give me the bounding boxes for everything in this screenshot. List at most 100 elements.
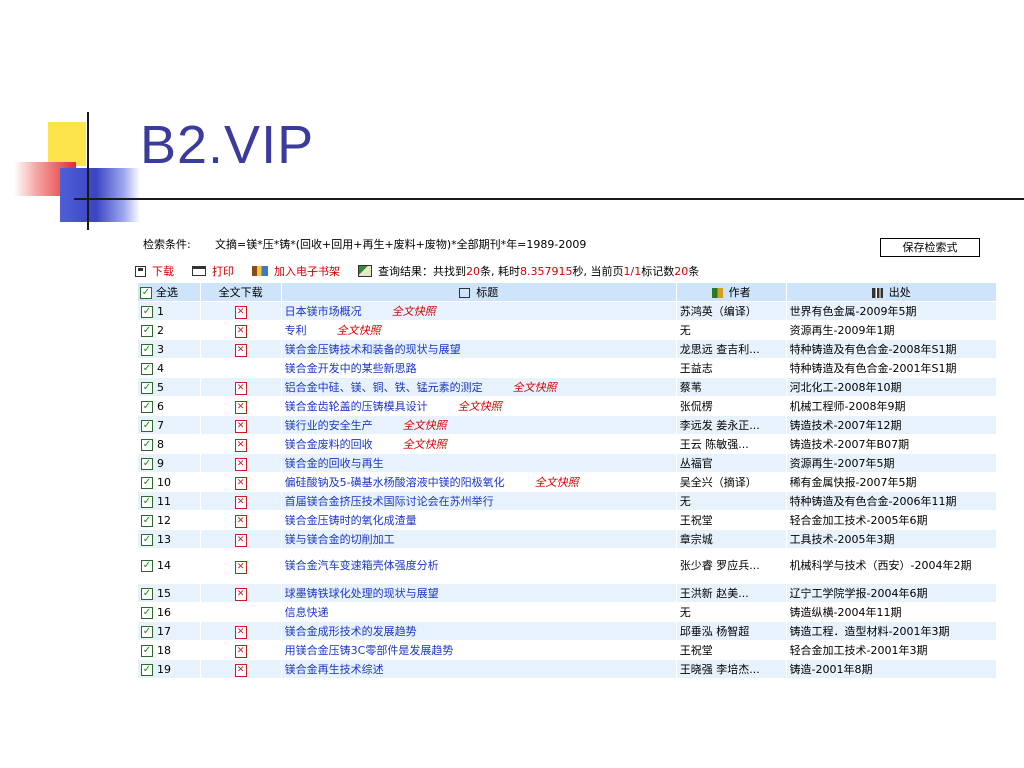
row-title-link[interactable]: 镁合金废料的回收: [285, 438, 373, 451]
row-title-link[interactable]: 镁合金齿轮盖的压铸模具设计: [285, 400, 428, 413]
row-title-link[interactable]: 镁合金汽车变速箱壳体强度分析: [285, 559, 439, 572]
row-select-cell: ✓ 2: [137, 320, 201, 340]
row-checkbox[interactable]: ✓: [141, 400, 153, 413]
row-title-link[interactable]: 镁合金再生技术综述: [285, 663, 384, 676]
row-source-cell: 工具技术-2005年3期: [785, 529, 997, 549]
row-select-cell: ✓ 10: [137, 472, 201, 492]
row-title-link[interactable]: 镁合金压铸技术和装备的现状与展望: [285, 343, 461, 356]
pdf-icon[interactable]: ✕: [234, 400, 247, 414]
row-checkbox[interactable]: ✓: [141, 419, 153, 432]
row-source-cell: 资源再生-2007年5期: [785, 453, 997, 473]
row-author-cell: 无: [675, 491, 787, 511]
row-title-link[interactable]: 用镁合金压铸3C零部件是发展趋势: [285, 644, 454, 657]
row-checkbox[interactable]: ✓: [141, 305, 153, 318]
pdf-icon[interactable]: ✕: [234, 533, 247, 547]
row-checkbox[interactable]: ✓: [141, 495, 153, 508]
add-to-shelf-button[interactable]: 加入电子书架: [252, 263, 340, 279]
fulltext-snapshot-link[interactable]: 全文快照: [403, 419, 447, 432]
row-title-cell: 镁合金开发中的某些新思路: [280, 358, 677, 378]
decor-blue-square: [60, 168, 140, 222]
row-checkbox[interactable]: ✓: [141, 587, 153, 600]
fulltext-snapshot-link[interactable]: 全文快照: [392, 305, 436, 318]
row-author-cell: 王益志: [675, 358, 787, 378]
pdf-icon[interactable]: ✕: [234, 305, 247, 319]
fulltext-snapshot-link[interactable]: 全文快照: [403, 438, 447, 451]
row-title-link[interactable]: 球墨铸铁球化处理的现状与展望: [285, 587, 439, 600]
pdf-icon[interactable]: ✕: [234, 457, 247, 471]
print-button[interactable]: 打印: [192, 263, 234, 279]
row-source-cell: 特种铸造及有色合金-2001年S1期: [785, 358, 997, 378]
row-title-link[interactable]: 信息快递: [285, 606, 329, 619]
pdf-icon[interactable]: ✕: [234, 663, 247, 677]
row-select-cell: ✓ 18: [137, 640, 201, 660]
pdf-icon[interactable]: ✕: [234, 625, 247, 639]
row-number: 15: [157, 586, 171, 600]
row-author-cell: 无: [675, 602, 787, 622]
row-checkbox[interactable]: ✓: [141, 663, 153, 676]
title-header[interactable]: 标题: [280, 282, 677, 302]
row-title-link[interactable]: 镁与镁合金的切削加工: [285, 533, 395, 546]
pdf-icon[interactable]: ✕: [234, 438, 247, 452]
table-row: ✓ 5 ✕ 铝合金中硅、镁、铜、铁、锰元素的测定 全文快照 蔡苇 河北化工-2008年10期: [137, 377, 997, 397]
download-label: 下载: [152, 265, 174, 278]
row-title-cell: 偏硅酸钠及5-磺基水杨酸溶液中镁的阳极氧化 全文快照: [280, 472, 677, 492]
pdf-icon[interactable]: ✕: [234, 476, 247, 490]
row-checkbox[interactable]: ✓: [141, 606, 153, 619]
row-checkbox[interactable]: ✓: [141, 381, 153, 394]
pdf-icon[interactable]: ✕: [234, 343, 247, 357]
row-number: 10: [157, 475, 171, 489]
row-checkbox[interactable]: ✓: [141, 343, 153, 356]
row-download-cell: ✕: [199, 583, 282, 603]
table-row: ✓ 11 ✕ 首届镁合金挤压技术国际讨论会在苏州举行 无特种铸造及有色合金-2006年1…: [137, 491, 997, 511]
row-checkbox[interactable]: ✓: [141, 625, 153, 638]
row-checkbox[interactable]: ✓: [141, 533, 153, 546]
row-title-link[interactable]: 铝合金中硅、镁、铜、铁、锰元素的测定: [285, 381, 483, 394]
row-title-link[interactable]: 镁合金压铸时的氧化成渣量: [285, 514, 417, 527]
row-checkbox[interactable]: ✓: [141, 560, 153, 572]
fulltext-snapshot-link[interactable]: 全文快照: [337, 324, 381, 337]
fulltext-snapshot-link[interactable]: 全文快照: [513, 381, 557, 394]
save-search-button[interactable]: 保存检索式: [880, 238, 980, 257]
row-checkbox[interactable]: ✓: [141, 324, 153, 337]
fulltext-snapshot-link[interactable]: 全文快照: [535, 476, 579, 489]
row-title-cell: 镁与镁合金的切削加工: [280, 529, 677, 549]
pdf-icon[interactable]: ✕: [234, 514, 247, 528]
row-title-link[interactable]: 镁行业的安全生产: [285, 419, 373, 432]
fulltext-snapshot-link[interactable]: 全文快照: [458, 400, 502, 413]
row-title-link[interactable]: 镁合金开发中的某些新思路: [285, 362, 417, 375]
source-header[interactable]: 出处: [785, 282, 997, 302]
row-title-link[interactable]: 偏硅酸钠及5-磺基水杨酸溶液中镁的阳极氧化: [285, 476, 505, 489]
pdf-icon[interactable]: ✕: [234, 587, 247, 601]
row-title-cell: 首届镁合金挤压技术国际讨论会在苏州举行: [280, 491, 677, 511]
row-title-cell: 日本镁市场概况 全文快照: [280, 301, 677, 321]
row-select-cell: ✓ 11: [137, 491, 201, 511]
row-download-cell: ✕: [199, 434, 282, 454]
select-all-checkbox[interactable]: ✓: [140, 287, 152, 299]
row-number: 18: [157, 643, 171, 657]
row-title-link[interactable]: 日本镁市场概况: [285, 305, 362, 318]
select-all-header[interactable]: ✓ 全选: [137, 282, 201, 302]
download-header: 全文下载: [199, 282, 282, 302]
row-title-link[interactable]: 首届镁合金挤压技术国际讨论会在苏州举行: [285, 495, 494, 508]
row-title-link[interactable]: 镁合金成形技术的发展趋势: [285, 625, 417, 638]
row-title-link[interactable]: 专利: [285, 324, 307, 337]
pdf-icon[interactable]: ✕: [234, 324, 247, 338]
pdf-icon[interactable]: ✕: [234, 560, 247, 574]
row-source-cell: 铸造技术-2007年12期: [785, 415, 997, 435]
row-select-cell: ✓ 8: [137, 434, 201, 454]
row-checkbox[interactable]: ✓: [141, 644, 153, 657]
row-title-link[interactable]: 镁合金的回收与再生: [285, 457, 384, 470]
row-checkbox[interactable]: ✓: [141, 514, 153, 527]
download-button[interactable]: 下载: [135, 263, 174, 279]
row-checkbox[interactable]: ✓: [141, 362, 153, 375]
row-checkbox[interactable]: ✓: [141, 438, 153, 451]
pdf-icon[interactable]: ✕: [234, 644, 247, 658]
row-download-cell: ✕: [199, 301, 282, 321]
row-source-cell: 机械工程师-2008年9期: [785, 396, 997, 416]
row-checkbox[interactable]: ✓: [141, 457, 153, 470]
pdf-icon[interactable]: ✕: [234, 381, 247, 395]
pdf-icon[interactable]: ✕: [234, 495, 247, 509]
author-header[interactable]: 作者: [675, 282, 787, 302]
pdf-icon[interactable]: ✕: [234, 419, 247, 433]
row-checkbox[interactable]: ✓: [141, 476, 153, 489]
